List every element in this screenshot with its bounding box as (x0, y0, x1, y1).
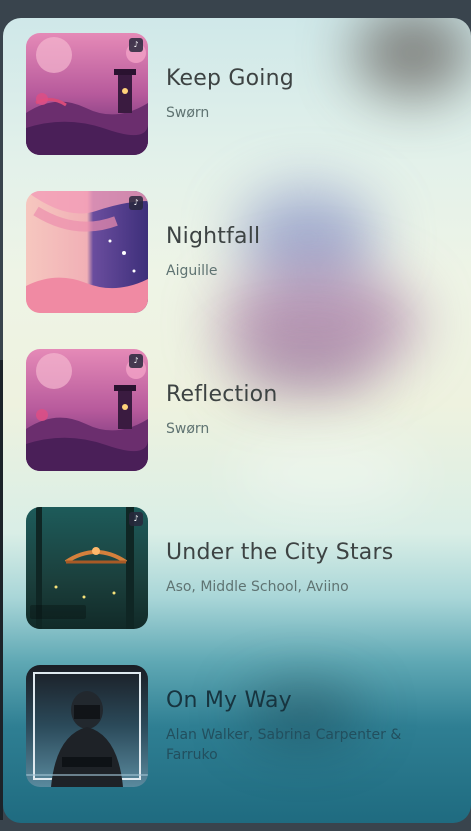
track-title: Nightfall (166, 223, 261, 249)
track-title: Keep Going (166, 65, 294, 91)
app-frame: ♪ Keep Going Swørn ♪ Nightfall Aiguille … (0, 0, 471, 831)
track-item[interactable]: ♪ Nightfall Aiguille (26, 191, 456, 313)
track-title: Under the City Stars (166, 539, 394, 565)
platform-badge-icon: ♪ (129, 354, 143, 368)
album-cover: ♪ (26, 349, 148, 471)
track-meta: Nightfall Aiguille (166, 224, 260, 281)
album-cover: ♪ (26, 191, 148, 313)
track-title: Reflection (166, 381, 278, 407)
track-item[interactable]: ♪ Keep Going Swørn (26, 33, 456, 155)
track-title: On My Way (166, 687, 292, 713)
track-artist: Swørn (166, 420, 210, 437)
track-artist: Aiguille (166, 262, 218, 279)
masked-figure-art-icon (26, 665, 148, 787)
scrollbar[interactable] (0, 360, 3, 820)
track-artist: Alan Walker, Sabrina Carpenter & Farruko (166, 726, 402, 763)
platform-badge-icon: ♪ (129, 512, 143, 526)
platform-badge-icon: ♪ (129, 38, 143, 52)
track-meta: Reflection Swørn (166, 382, 277, 439)
track-meta: On My Way Alan Walker, Sabrina Carpenter… (166, 688, 406, 765)
album-cover: ♪ (26, 507, 148, 629)
track-artist: Aso, Middle School, Aviino (166, 578, 349, 595)
album-cover (26, 665, 148, 787)
track-item[interactable]: ♪ Under the City Stars Aso, Middle Schoo… (26, 507, 456, 629)
album-cover: ♪ (26, 33, 148, 155)
track-meta: Keep Going Swørn (166, 66, 294, 123)
track-meta: Under the City Stars Aso, Middle School,… (166, 540, 393, 597)
track-item[interactable]: ♪ Reflection Swørn (26, 349, 456, 471)
track-artist: Swørn (166, 104, 210, 121)
platform-badge-icon: ♪ (129, 196, 143, 210)
track-item[interactable]: On My Way Alan Walker, Sabrina Carpenter… (26, 665, 456, 787)
